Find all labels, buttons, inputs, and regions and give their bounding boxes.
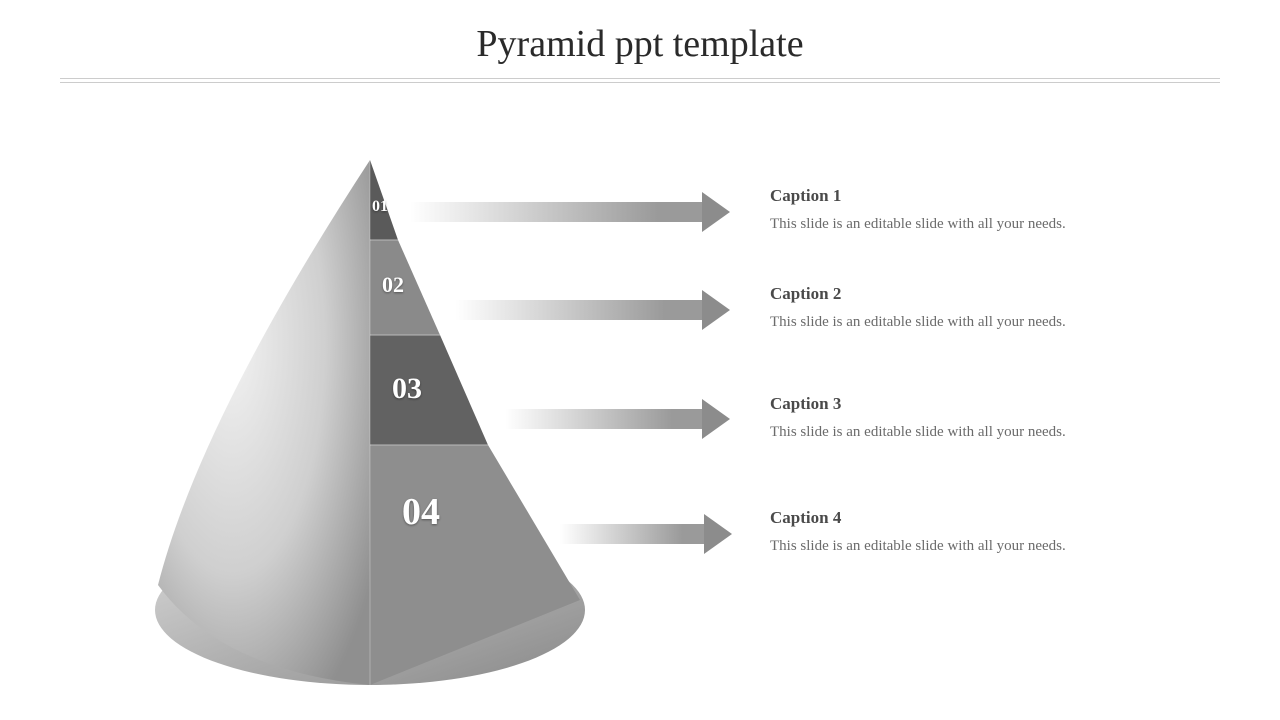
arrow-body bbox=[410, 202, 702, 222]
caption-desc: This slide is an editable slide with all… bbox=[770, 214, 1190, 235]
pyramid-level-2 bbox=[370, 240, 440, 335]
slide: Pyramid ppt template bbox=[0, 0, 1280, 720]
caption-block-4: Caption 4 This slide is an editable slid… bbox=[770, 508, 1190, 557]
arrow-3 bbox=[505, 405, 730, 433]
caption-desc: This slide is an editable slide with all… bbox=[770, 422, 1190, 443]
slide-title: Pyramid ppt template bbox=[60, 22, 1220, 66]
arrow-head-icon bbox=[702, 192, 730, 232]
arrow-body bbox=[455, 300, 702, 320]
caption-title: Caption 3 bbox=[770, 394, 1190, 414]
level-number-1: 01 bbox=[372, 198, 388, 216]
level-number-3: 03 bbox=[392, 372, 422, 406]
arrow-4 bbox=[560, 520, 732, 548]
caption-block-1: Caption 1 This slide is an editable slid… bbox=[770, 186, 1190, 235]
caption-title: Caption 1 bbox=[770, 186, 1190, 206]
arrow-head-icon bbox=[702, 290, 730, 330]
level-number-2: 02 bbox=[382, 272, 404, 298]
caption-desc: This slide is an editable slide with all… bbox=[770, 312, 1190, 333]
title-rule-2 bbox=[60, 82, 1220, 83]
caption-title: Caption 2 bbox=[770, 284, 1190, 304]
pyramid-left-shell bbox=[158, 160, 370, 685]
arrow-1 bbox=[410, 198, 730, 226]
title-rule-1 bbox=[60, 78, 1220, 79]
arrow-head-icon bbox=[704, 514, 732, 554]
arrow-body bbox=[560, 524, 704, 544]
arrow-body bbox=[505, 409, 702, 429]
level-number-4: 04 bbox=[402, 490, 440, 534]
caption-block-3: Caption 3 This slide is an editable slid… bbox=[770, 394, 1190, 443]
title-area: Pyramid ppt template bbox=[60, 22, 1220, 86]
pyramid-level-3 bbox=[370, 335, 488, 445]
caption-desc: This slide is an editable slide with all… bbox=[770, 536, 1190, 557]
caption-block-2: Caption 2 This slide is an editable slid… bbox=[770, 284, 1190, 333]
caption-title: Caption 4 bbox=[770, 508, 1190, 528]
arrow-head-icon bbox=[702, 399, 730, 439]
arrow-2 bbox=[455, 296, 730, 324]
